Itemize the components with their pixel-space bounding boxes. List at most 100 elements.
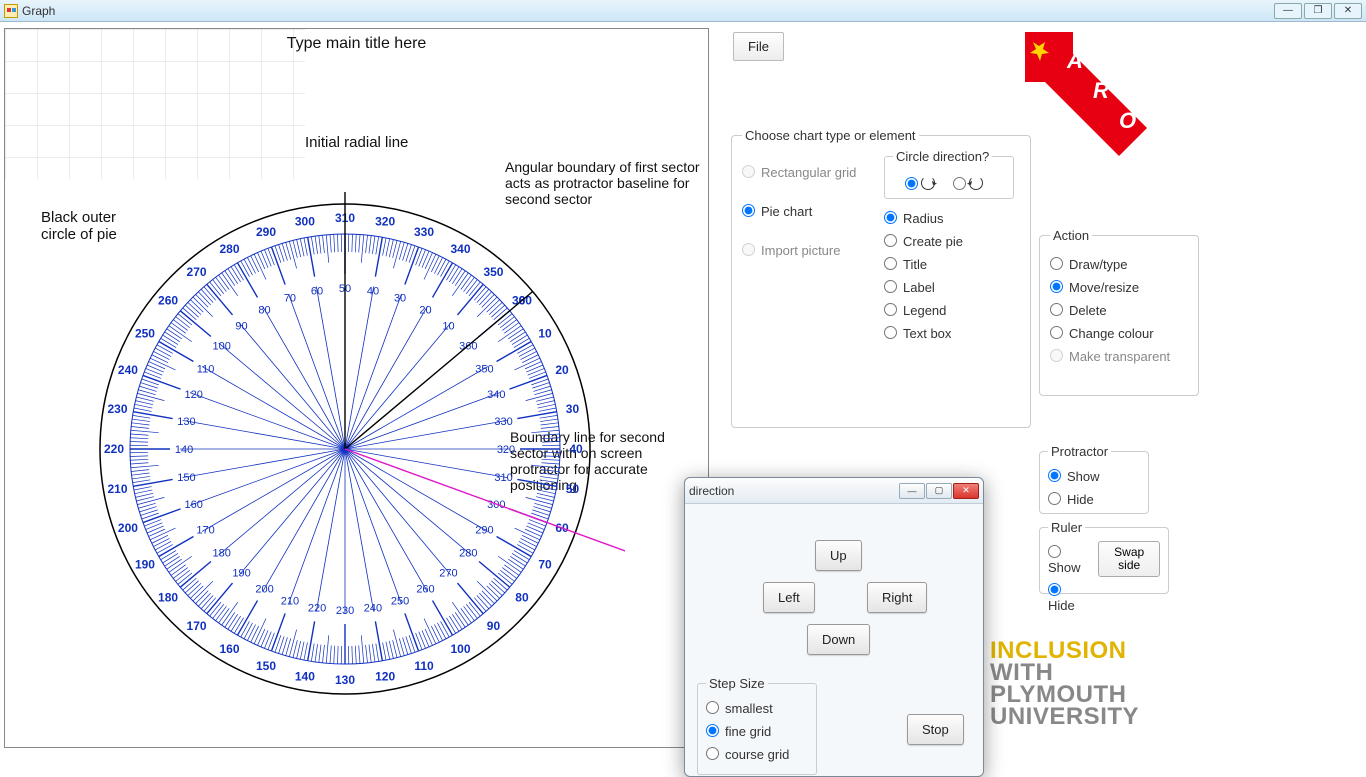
svg-text:260: 260 xyxy=(158,294,178,308)
radio-protractor-show[interactable]: Show xyxy=(1048,465,1140,488)
svg-text:250: 250 xyxy=(391,595,409,607)
radio-step-smallest[interactable]: smallest xyxy=(706,697,808,720)
chart-title[interactable]: Type main title here xyxy=(5,35,708,53)
svg-text:40: 40 xyxy=(569,442,583,456)
svg-text:240: 240 xyxy=(364,603,382,615)
svg-text:140: 140 xyxy=(295,669,315,683)
radio-step-fine[interactable]: fine grid xyxy=(706,720,808,743)
file-menu-button[interactable]: File xyxy=(733,32,784,61)
svg-text:260: 260 xyxy=(416,583,434,595)
svg-text:190: 190 xyxy=(135,558,155,572)
svg-text:320: 320 xyxy=(375,215,395,229)
dialog-close-button[interactable]: ✕ xyxy=(953,483,979,499)
svg-text:290: 290 xyxy=(256,225,276,239)
svg-text:200: 200 xyxy=(118,521,138,535)
radio-delete[interactable]: Delete xyxy=(1050,299,1188,322)
svg-text:140: 140 xyxy=(175,444,193,456)
radio-radius[interactable]: Radius xyxy=(884,207,1014,230)
choose-chart-legend: Choose chart type or element xyxy=(742,128,919,143)
left-button[interactable]: Left xyxy=(763,582,815,613)
svg-text:170: 170 xyxy=(196,525,214,537)
svg-text:130: 130 xyxy=(335,673,355,687)
svg-text:150: 150 xyxy=(177,472,195,484)
svg-text:210: 210 xyxy=(281,595,299,607)
svg-text:330: 330 xyxy=(414,225,434,239)
protractor-group: Protractor Show Hide xyxy=(1039,444,1149,514)
protractor: 0102030405060708090100110120130140150160… xyxy=(65,169,625,729)
radio-ruler-show[interactable]: Show xyxy=(1048,541,1092,579)
radio-change-colour[interactable]: Change colour xyxy=(1050,322,1188,345)
svg-text:230: 230 xyxy=(107,402,127,416)
radio-draw-type[interactable]: Draw/type xyxy=(1050,253,1188,276)
svg-text:130: 130 xyxy=(177,416,195,428)
radio-make-transparent[interactable]: Make transparent xyxy=(1050,345,1188,368)
radio-protractor-hide[interactable]: Hide xyxy=(1048,488,1140,511)
chart-canvas[interactable]: Type main title here Initial radial line… xyxy=(4,28,709,748)
svg-text:150: 150 xyxy=(256,659,276,673)
svg-text:220: 220 xyxy=(104,442,124,456)
svg-text:30: 30 xyxy=(566,402,580,416)
ccw-icon xyxy=(969,176,983,190)
up-button[interactable]: Up xyxy=(815,540,862,571)
radio-create-pie[interactable]: Create pie xyxy=(884,230,1014,253)
svg-text:90: 90 xyxy=(487,619,501,633)
svg-text:180: 180 xyxy=(158,590,178,604)
close-button[interactable]: ✕ xyxy=(1334,3,1362,19)
svg-text:180: 180 xyxy=(212,547,230,559)
svg-text:280: 280 xyxy=(459,547,477,559)
dialog-minimize-button[interactable]: — xyxy=(899,483,925,499)
svg-text:10: 10 xyxy=(442,321,454,333)
radio-import-picture[interactable]: Import picture xyxy=(742,239,872,262)
svg-text:120: 120 xyxy=(375,669,395,683)
svg-text:350: 350 xyxy=(475,364,493,376)
titlebar: Graph — ❐ ✕ xyxy=(0,0,1366,22)
direction-dialog[interactable]: direction — ▢ ✕ Up Left Right Down Stop … xyxy=(684,477,984,777)
svg-text:240: 240 xyxy=(118,363,138,377)
direction-dialog-title: direction xyxy=(689,484,734,498)
svg-text:320: 320 xyxy=(497,444,515,456)
radio-pie-chart[interactable]: Pie chart xyxy=(742,200,872,223)
swap-side-button[interactable]: Swap side xyxy=(1098,541,1160,577)
inclusion-logo: INCLUSION WITH PLYMOUTH UNIVERSITY xyxy=(990,640,1165,728)
svg-text:70: 70 xyxy=(284,293,296,305)
svg-text:110: 110 xyxy=(414,659,434,673)
minimize-button[interactable]: — xyxy=(1274,3,1302,19)
app-icon xyxy=(4,4,18,18)
radio-direction-ccw[interactable] xyxy=(953,176,983,190)
svg-text:340: 340 xyxy=(450,242,470,256)
radio-move-resize[interactable]: Move/resize xyxy=(1050,276,1188,299)
svg-text:100: 100 xyxy=(212,341,230,353)
svg-text:280: 280 xyxy=(219,242,239,256)
svg-text:290: 290 xyxy=(475,525,493,537)
radio-direction-cw[interactable] xyxy=(905,176,935,190)
annotation-initial-radial: Initial radial line xyxy=(305,134,408,151)
dialog-maximize-button[interactable]: ▢ xyxy=(926,483,952,499)
svg-text:220: 220 xyxy=(308,603,326,615)
radio-textbox[interactable]: Text box xyxy=(884,322,1014,345)
svg-text:310: 310 xyxy=(494,472,512,484)
svg-text:300: 300 xyxy=(295,215,315,229)
down-button[interactable]: Down xyxy=(807,624,870,655)
svg-text:50: 50 xyxy=(566,482,580,496)
radio-label[interactable]: Label xyxy=(884,276,1014,299)
svg-text:160: 160 xyxy=(219,642,239,656)
svg-text:80: 80 xyxy=(515,590,529,604)
svg-text:300: 300 xyxy=(487,499,505,511)
svg-text:30: 30 xyxy=(394,293,406,305)
maximize-button[interactable]: ❐ xyxy=(1304,3,1332,19)
choose-chart-group: Choose chart type or element Rectangular… xyxy=(731,128,1031,428)
radio-rectangular-grid[interactable]: Rectangular grid xyxy=(742,161,872,184)
svg-text:190: 190 xyxy=(232,567,250,579)
radio-legend[interactable]: Legend xyxy=(884,299,1014,322)
direction-dialog-titlebar[interactable]: direction — ▢ ✕ xyxy=(685,478,983,504)
radio-step-course[interactable]: course grid xyxy=(706,743,808,766)
svg-text:80: 80 xyxy=(258,305,270,317)
radio-title[interactable]: Title xyxy=(884,253,1014,276)
window-title: Graph xyxy=(22,4,55,18)
right-button[interactable]: Right xyxy=(867,582,927,613)
svg-text:R: R xyxy=(1093,78,1109,103)
step-size-group: Step Size smallest fine grid course grid xyxy=(697,676,817,775)
svg-text:120: 120 xyxy=(185,389,203,401)
stop-button[interactable]: Stop xyxy=(907,714,964,745)
radio-ruler-hide[interactable]: Hide xyxy=(1048,579,1092,617)
